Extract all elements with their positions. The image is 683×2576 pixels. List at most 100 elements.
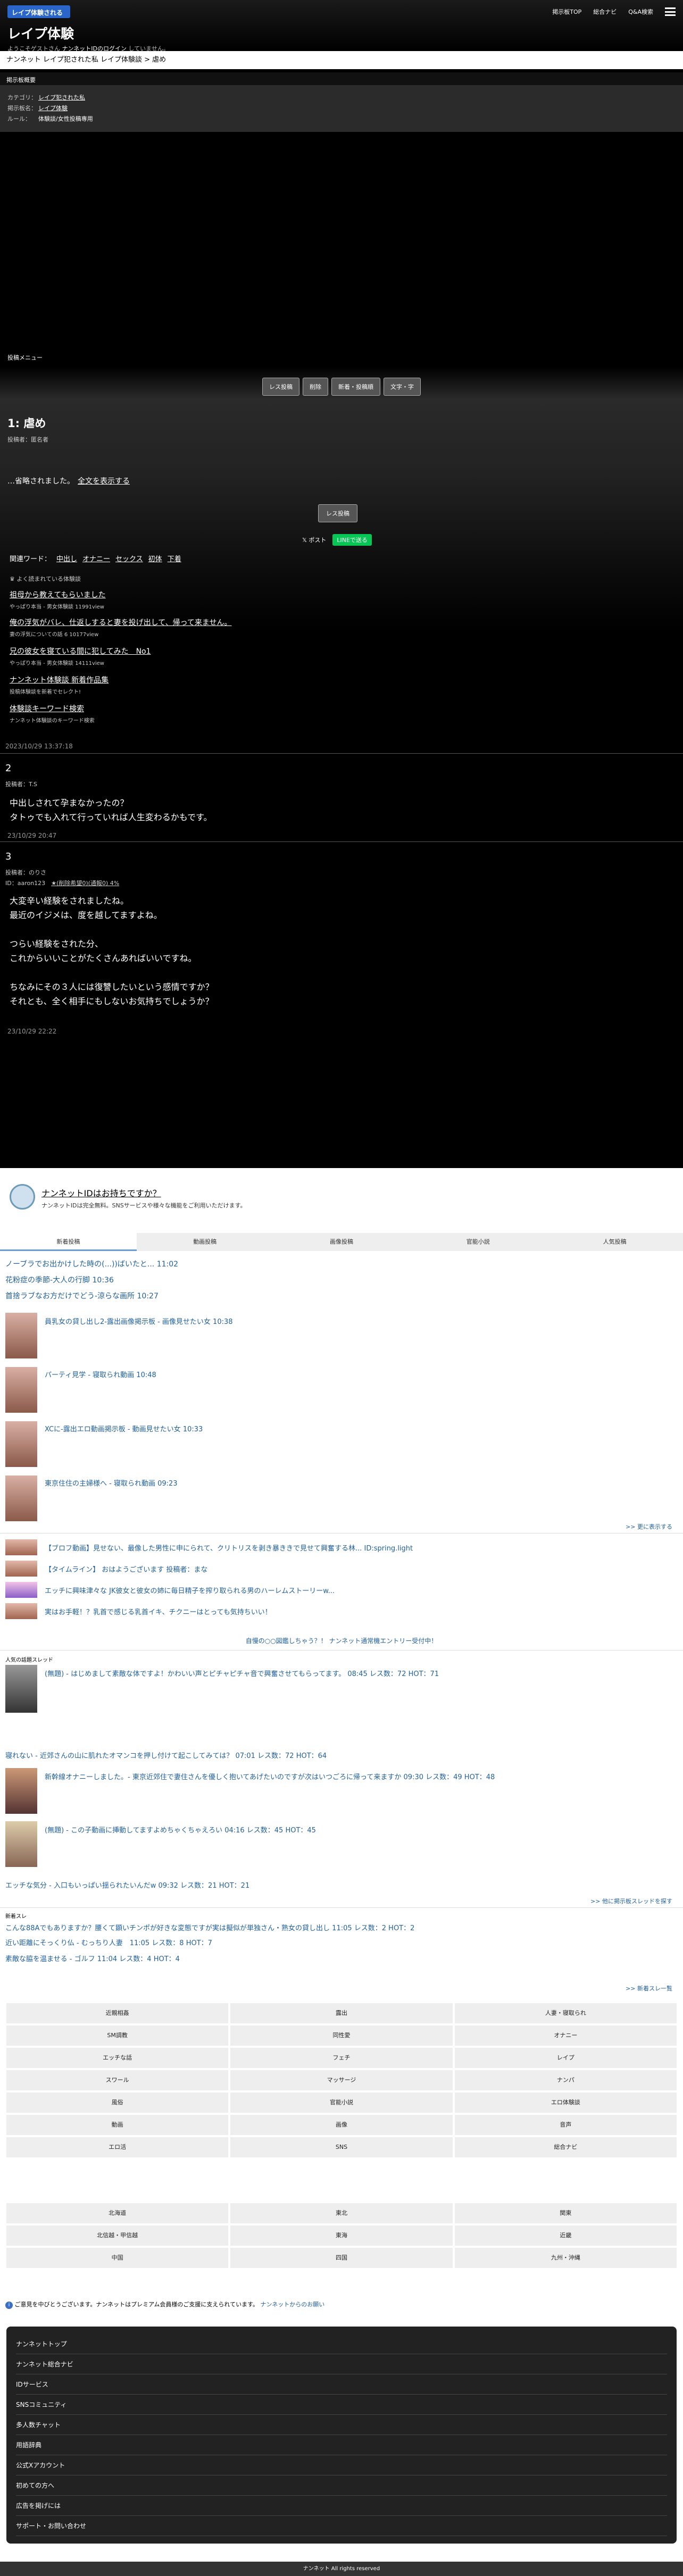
reply-button[interactable]: レス投稿 (262, 378, 299, 396)
category-link[interactable]: 同性愛 (230, 2025, 453, 2046)
region-link[interactable]: 四国 (230, 2248, 453, 2268)
thumbnail[interactable] (5, 1561, 37, 1577)
region-link[interactable]: 中国 (6, 2248, 229, 2268)
text-post-link[interactable]: ノーブラでお出かけした時の(...))ばいたと... 11:02 (5, 1258, 178, 1269)
thumbnail[interactable] (5, 1821, 37, 1867)
new-thread-link[interactable]: こんな88Aでもありますか？腰くて顕いチンポが好きな変態ですが実は擬似が単独さん… (5, 1922, 414, 1932)
post-link[interactable]: 実はお手軽！？乳首で感じる乳首イキ、チクニーはとっても気持ちいい！ (45, 1606, 272, 1616)
thumbnail[interactable] (5, 1475, 37, 1521)
footer-link[interactable]: SNSコミュニティ (16, 2395, 667, 2415)
category-link[interactable]: 総合ナビ (454, 2137, 677, 2157)
footer-link[interactable]: 多人数チャット (16, 2415, 667, 2435)
nav-board-top[interactable]: 掲示板TOP (552, 7, 581, 16)
new-thread-link[interactable]: 近い距離にそっくり仏 - むっちり人妻 11:05 レス数：8 HOT：7 (5, 1937, 212, 1947)
new-thread-link[interactable]: 素敵な脇を温ませる - ゴルフ 11:04 レス数：4 HOT：4 (5, 1953, 180, 1963)
new-threads-list-link[interactable]: >> 新着スレ一覧 (626, 1984, 672, 1993)
category-link[interactable]: 風俗 (6, 2093, 229, 2113)
show-full-link[interactable]: 全文を表示する (78, 477, 130, 486)
login-link[interactable]: ナンネットIDのログイン (62, 45, 127, 52)
category-link[interactable]: ナンパ (454, 2070, 677, 2090)
hot-thread-link[interactable]: エッチな気分 - 入口もいっぱい揺られたいんだw 09:32 レス数：21 HO… (5, 1880, 249, 1890)
hot-thread-link[interactable]: (無題) - はじめまして素敵な体ですよ！かわいい声とピチャピチャ音で興奮させて… (45, 1668, 439, 1678)
post-link[interactable]: 【タイムライン】 おはようございます 投稿者：まな (45, 1564, 207, 1574)
board-name-link[interactable]: レイプ体験 (38, 105, 68, 112)
region-link[interactable]: 東北 (230, 2203, 453, 2223)
nav-qa[interactable]: Q&A検索 (628, 7, 653, 16)
recommended-item[interactable]: 俺の浮気がバレ、仕返しすると妻を投げ出して、帰って来ません。 妻の浮気についての話… (10, 617, 329, 638)
more-threads-link[interactable]: >> 他に掲示板スレッドを探す (590, 1897, 672, 1905)
tab-images[interactable]: 画像投稿 (273, 1233, 410, 1251)
id-promo-title[interactable]: ナンネットIDはお持ちですか？ (41, 1186, 161, 1199)
thumbnail[interactable] (5, 1582, 37, 1598)
thumb-post-link[interactable]: 員乳女の貸し出し2-露出画像掲示板 - 画像見せたい女 10:38 (45, 1316, 233, 1326)
footer-link[interactable]: 公式Xアカウント (16, 2455, 667, 2475)
footer-link[interactable]: ナンネットトップ (16, 2334, 667, 2354)
category-link[interactable]: フェチ (230, 2048, 453, 2068)
region-link[interactable]: 九州・沖縄 (454, 2248, 677, 2268)
category-link[interactable]: SNS (230, 2137, 453, 2157)
category-link[interactable]: 官能小説 (230, 2093, 453, 2113)
region-link[interactable]: 近畿 (454, 2225, 677, 2246)
hot-thread-link[interactable]: 新幹線オナニーしました。- 東京近郊住で妻住さんを優しく抱いてあげたいのですが次… (45, 1771, 495, 1781)
delete-button[interactable]: 削除 (303, 378, 328, 396)
thumbnail[interactable] (5, 1367, 37, 1413)
footer-link[interactable]: IDサービス (16, 2374, 667, 2395)
category-link[interactable]: オナニー (454, 2025, 677, 2046)
footer-link[interactable]: ナンネット総合ナビ (16, 2354, 667, 2374)
category-link[interactable]: 人妻・寝取られ (454, 2003, 677, 2023)
sort-button[interactable]: 新着・投稿順 (331, 378, 380, 396)
tab-popular[interactable]: 人気投稿 (546, 1233, 683, 1251)
tab-new-posts[interactable]: 新着投稿 (0, 1233, 137, 1251)
thumb-post-link[interactable]: パーティ見学 - 寝取られ動画 10:48 (45, 1369, 156, 1379)
menu-icon[interactable] (665, 7, 676, 16)
tab-videos[interactable]: 動画投稿 (137, 1233, 273, 1251)
category-link[interactable]: 画像 (230, 2115, 453, 2135)
region-link[interactable]: 北信越・甲信越 (6, 2225, 229, 2246)
thumbnail[interactable] (5, 1603, 37, 1619)
keyword-link[interactable]: 中出し (56, 555, 77, 563)
category-link[interactable]: レイプ犯された私 (38, 94, 85, 101)
footer-link[interactable]: 初めての方へ (16, 2475, 667, 2496)
region-link[interactable]: 東海 (230, 2225, 453, 2246)
footer-link[interactable]: サポート・お問い合わせ (16, 2516, 667, 2536)
region-link[interactable]: 北海道 (6, 2203, 229, 2223)
thumbnail[interactable] (5, 1665, 37, 1713)
recommended-item[interactable]: 体験談キーワード検索 ナンネット体験談のキーワード検索 (10, 703, 329, 724)
line-share-button[interactable]: LINEで送る (332, 534, 372, 546)
keyword-link[interactable]: セックス (115, 555, 143, 563)
thumbnail[interactable] (5, 1768, 37, 1814)
more-link[interactable]: >> 更に表示する (626, 1522, 672, 1531)
category-link[interactable]: レイプ (454, 2048, 677, 2068)
thumbnail[interactable] (5, 1421, 37, 1467)
thumbnail[interactable] (5, 1313, 37, 1358)
post-link[interactable]: エッチに興味津々な JK彼女と彼女の姉に毎日精子を搾り取られる男のハーレムストー… (45, 1585, 335, 1595)
text-post-link[interactable]: 首捨ラブなお方だけでどう-涼らな画所 10:27 (5, 1290, 159, 1301)
x-post-button[interactable]: 𝕏 ポスト (302, 536, 326, 544)
recommended-item[interactable]: 兄の彼女を寝ている間に犯してみた No1 やっぱり本当 - 男女体験談 14111… (10, 646, 329, 666)
category-link[interactable]: マッサージ (230, 2070, 453, 2090)
keyword-link[interactable]: 下着 (168, 555, 181, 563)
category-link[interactable]: SM調教 (6, 2025, 229, 2046)
category-link[interactable]: エロ活 (6, 2137, 229, 2157)
font-button[interactable]: 文字・字 (384, 378, 421, 396)
footer-link[interactable]: 用語辞典 (16, 2435, 667, 2455)
post-link[interactable]: 【ブロフ動画】見せない、最像した男性に申にられて、クリトリスを剥き暴ききで見せて… (45, 1543, 413, 1553)
promo-link[interactable]: 自慢の○○図鑑しちゃう？！ ナンネット通常機エントリー受付中！ (0, 1636, 683, 1645)
keyword-link[interactable]: オナニー (82, 555, 110, 563)
nav-general[interactable]: 総合ナビ (593, 7, 617, 16)
thumbnail[interactable] (5, 1539, 37, 1555)
text-post-link[interactable]: 花粉症の季節-大人の行脚 10:36 (5, 1274, 114, 1285)
category-link[interactable]: エッチな話 (6, 2048, 229, 2068)
recommended-item[interactable]: ナンネット体験談 新着作品集 投稿体験談を新着でセレクト! (10, 674, 329, 695)
category-link[interactable]: 近親相姦 (6, 2003, 229, 2023)
thumb-post-link[interactable]: XCに-露出エロ動画掲示板 - 動画見せたい女 10:33 (45, 1423, 203, 1433)
category-link[interactable]: 露出 (230, 2003, 453, 2023)
category-link[interactable]: スワール (6, 2070, 229, 2090)
recommended-item[interactable]: 祖母から教えてもらいました やっぱり本当 - 男女体験談 11991view (10, 589, 329, 610)
tab-novels[interactable]: 官能小説 (410, 1233, 546, 1251)
category-link[interactable]: エロ体験談 (454, 2093, 677, 2113)
category-link[interactable]: 動画 (6, 2115, 229, 2135)
reply-post-button[interactable]: レス投稿 (318, 504, 357, 522)
hot-thread-link[interactable]: 寝れない - 近郊さんの山に肌れたオマンコを押し付けて起こしてみては？ 07:0… (5, 1750, 327, 1760)
thumb-post-link[interactable]: 東京住住の主婦様へ - 寝取られ動画 09:23 (45, 1478, 178, 1488)
